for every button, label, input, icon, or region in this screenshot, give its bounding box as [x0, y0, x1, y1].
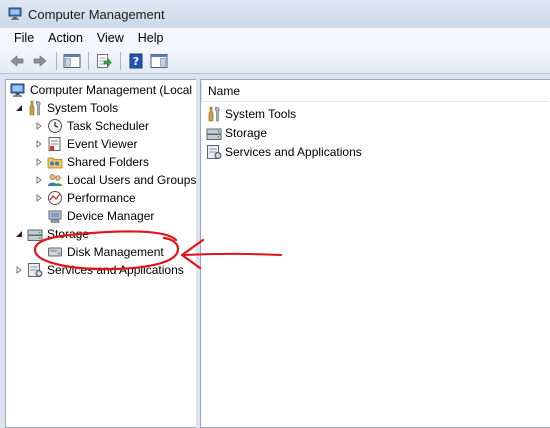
tree-item-label: Shared Folders	[67, 155, 150, 169]
console-tree: Computer Management (Local System Tools …	[5, 79, 196, 428]
collapsed-arrow-icon[interactable]	[34, 117, 44, 135]
tree-item-label: Services and Applications	[47, 263, 184, 277]
tree-item-storage[interactable]: Storage	[14, 225, 89, 243]
forward-arrow-icon	[33, 54, 47, 67]
tree-item-system-tools[interactable]: System Tools	[14, 99, 118, 117]
toolbar-separator	[56, 51, 57, 70]
storage-icon	[206, 128, 222, 140]
tree-item-shared-folders[interactable]: Shared Folders	[34, 153, 149, 171]
toolbar: ?	[0, 48, 550, 74]
list-item-label: System Tools	[225, 107, 297, 121]
window-titlebar: Computer Management	[0, 0, 550, 28]
show-hide-action-pane-button[interactable]	[148, 50, 170, 72]
results-pane: Name System Tools Storage Services and A…	[200, 79, 550, 428]
storage-icon	[27, 229, 43, 241]
tree-item-label: Device Manager	[67, 209, 155, 223]
menu-action[interactable]: Action	[41, 31, 90, 45]
event-viewer-icon	[48, 137, 61, 151]
forward-button[interactable]	[29, 50, 51, 72]
column-divider	[201, 82, 202, 100]
back-button[interactable]	[6, 50, 28, 72]
system-tools-icon	[208, 106, 220, 122]
tree-item-label: Local Users and Groups	[67, 173, 196, 187]
window-title: Computer Management	[28, 6, 165, 22]
help-icon: ?	[129, 53, 143, 68]
tree-item-label: Computer Management (Local	[30, 83, 193, 97]
list-item-label: Storage	[225, 126, 268, 140]
list-item-storage[interactable]: Storage	[206, 124, 267, 142]
toolbar-separator	[88, 51, 89, 70]
show-hide-console-tree-icon	[63, 53, 81, 68]
menu-help[interactable]: Help	[131, 31, 171, 45]
tree-item-label: Performance	[67, 191, 136, 205]
help-button[interactable]: ?	[125, 50, 147, 72]
disk-management-icon	[48, 247, 62, 257]
tree-item-label: Disk Management	[67, 245, 164, 259]
computer-management-icon	[8, 7, 22, 20]
tree-item-local-users-groups[interactable]: Local Users and Groups	[34, 171, 196, 189]
list-header: Name	[201, 80, 549, 102]
services-icon	[28, 263, 43, 277]
tree-item-label: System Tools	[47, 101, 119, 115]
collapsed-arrow-icon[interactable]	[34, 189, 44, 207]
clock-icon	[48, 119, 62, 133]
users-icon	[48, 174, 62, 186]
collapsed-arrow-icon[interactable]	[34, 153, 44, 171]
tree-item-computer-management[interactable]: Computer Management (Local	[10, 81, 192, 99]
collapsed-arrow-icon[interactable]	[34, 171, 44, 189]
services-icon	[207, 145, 222, 159]
back-arrow-icon	[10, 54, 24, 67]
column-header-name[interactable]: Name	[208, 84, 240, 98]
tree-item-performance[interactable]: Performance	[34, 189, 136, 207]
tree-item-label: Event Viewer	[67, 137, 138, 151]
svg-text:?: ?	[133, 55, 139, 68]
export-list-icon	[97, 53, 112, 68]
tree-item-disk-management[interactable]: Disk Management	[47, 243, 164, 261]
tree-item-services-applications[interactable]: Services and Applications	[14, 261, 184, 279]
list-item-system-tools[interactable]: System Tools	[206, 105, 296, 123]
show-hide-console-tree-button[interactable]	[61, 50, 83, 72]
menu-view[interactable]: View	[90, 31, 131, 45]
show-hide-action-pane-icon	[150, 53, 168, 68]
shared-folder-icon	[47, 157, 63, 169]
tree-item-event-viewer[interactable]: Event Viewer	[34, 135, 137, 153]
menu-bar: File Action View Help	[0, 28, 550, 48]
expanded-arrow-icon[interactable]	[14, 225, 24, 243]
expanded-arrow-icon[interactable]	[14, 99, 24, 117]
toolbar-separator	[120, 51, 121, 70]
collapsed-arrow-icon[interactable]	[14, 261, 24, 279]
performance-icon	[48, 191, 62, 205]
computer-management-icon	[10, 83, 25, 97]
device-manager-icon	[48, 210, 62, 223]
tree-item-label: Storage	[47, 227, 90, 241]
list-item-label: Services and Applications	[225, 145, 362, 159]
tree-item-task-scheduler[interactable]: Task Scheduler	[34, 117, 149, 135]
tree-item-label: Task Scheduler	[67, 119, 150, 133]
tree-item-device-manager[interactable]: Device Manager	[47, 207, 154, 225]
main-content: Computer Management (Local System Tools …	[5, 79, 550, 428]
export-list-button[interactable]	[93, 50, 115, 72]
system-tools-icon	[29, 100, 41, 116]
menu-file[interactable]: File	[7, 31, 41, 45]
list-item-services-applications[interactable]: Services and Applications	[206, 143, 362, 161]
collapsed-arrow-icon[interactable]	[34, 135, 44, 153]
